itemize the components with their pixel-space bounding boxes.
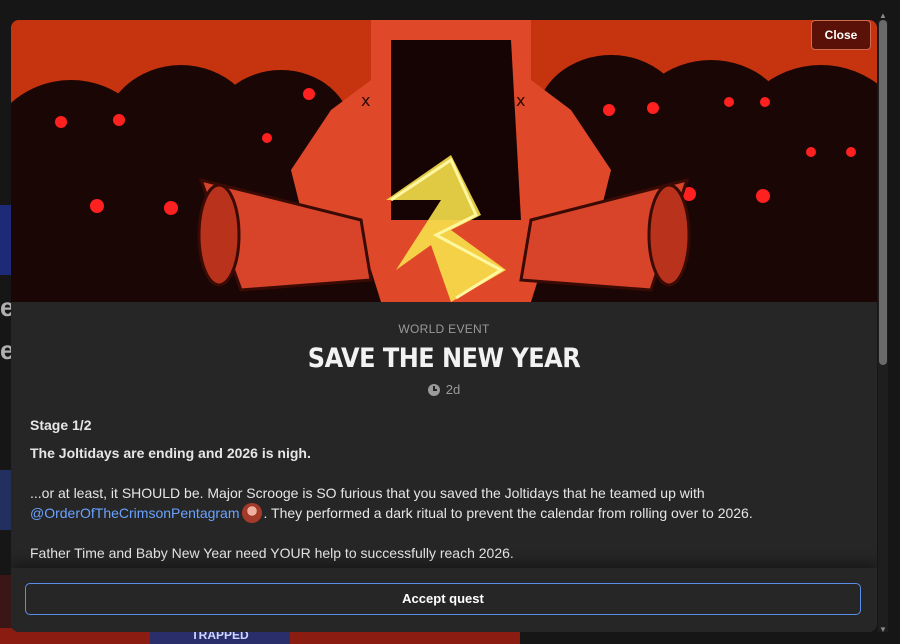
close-button[interactable]: Close [811, 20, 871, 50]
modal-footer: Accept quest [11, 568, 877, 632]
banner-illustration: x x [11, 20, 877, 302]
event-time-ago: 2d [445, 382, 461, 397]
event-description: Stage 1/2 The Joltidays are ending and 2… [11, 415, 877, 563]
paragraph-text: ...or at least, it SHOULD be. Major Scro… [30, 485, 705, 501]
scrollbar-thumb[interactable] [879, 20, 887, 365]
event-lead: The Joltidays are ending and 2026 is nig… [30, 445, 311, 461]
paragraph-text: . They performed a dark ritual to preven… [263, 505, 753, 521]
scroll-down-icon[interactable]: ▼ [879, 626, 887, 634]
event-category: WORLD EVENT [398, 322, 490, 336]
scroll-up-icon[interactable]: ▲ [879, 12, 887, 20]
world-event-modal: x x Close WORLD EVENT SAVE THE NEW YEAR … [11, 20, 877, 632]
svg-text:x: x [516, 91, 525, 110]
event-paragraph: ...or at least, it SHOULD be. Major Scro… [30, 483, 858, 523]
event-stage: Stage 1/2 [30, 417, 92, 433]
accept-quest-button[interactable]: Accept quest [25, 583, 861, 615]
mention-avatar [241, 503, 262, 523]
event-content: WORLD EVENT SAVE THE NEW YEAR 2d Stage 1… [11, 302, 877, 563]
event-time: 2d [11, 382, 877, 397]
mention-link[interactable]: @OrderOfTheCrimsonPentagram [30, 505, 240, 521]
event-banner-image: x x Close [11, 20, 877, 302]
modal-scrollbar[interactable]: ▲ ▼ [878, 12, 888, 634]
event-paragraph: Father Time and Baby New Year need YOUR … [30, 545, 514, 561]
event-title: SAVE THE NEW YEAR [307, 342, 581, 374]
clock-icon [427, 383, 440, 396]
svg-text:x: x [361, 91, 370, 110]
